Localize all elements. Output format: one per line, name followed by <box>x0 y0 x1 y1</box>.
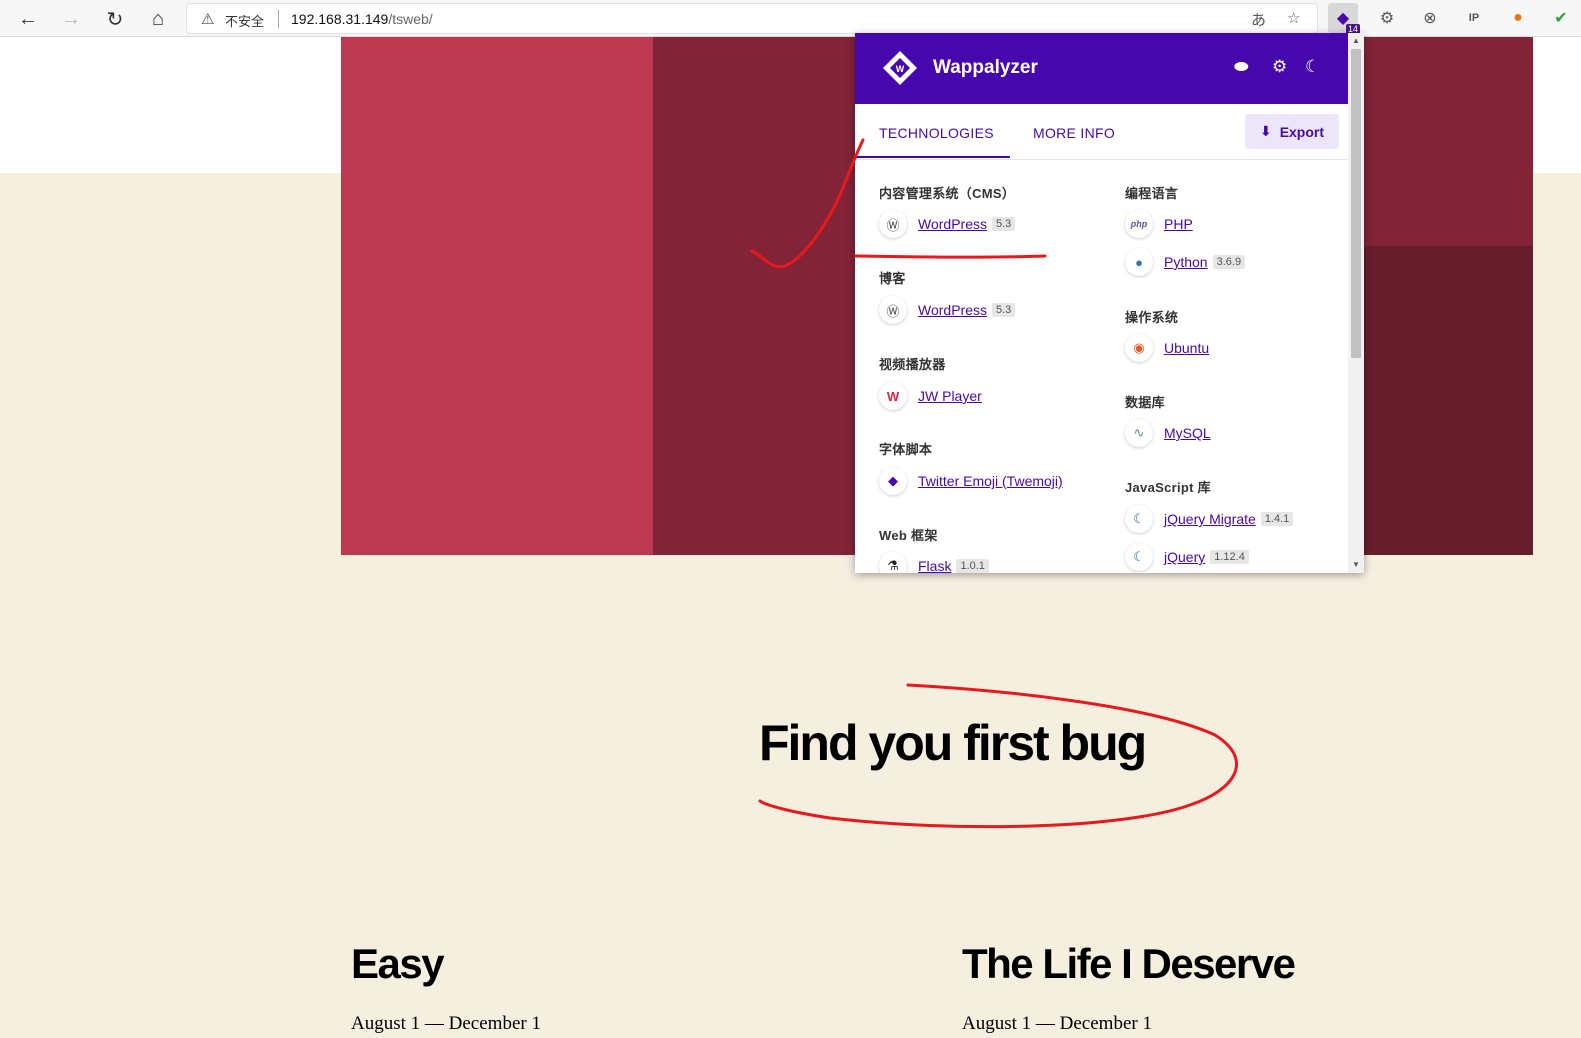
version-badge: 1.0.1 <box>956 559 989 573</box>
tech-item-jwplayer[interactable]: W JW Player <box>879 380 982 412</box>
tech-item-jquery[interactable]: ☾ jQuery 1.12.4 <box>1125 541 1249 573</box>
category-database: 数据库 <box>1125 395 1165 410</box>
ip-extension-icon[interactable]: IP <box>1462 6 1486 30</box>
tech-name[interactable]: Ubuntu <box>1164 340 1209 356</box>
browser-toolbar: ← → ↻ ⌂ ⚠ 不安全 192.168.31.149/tsweb/ あ ☆ … <box>0 0 1581 37</box>
category-font-script: 字体脚本 <box>879 442 933 457</box>
toggle-icon[interactable]: ⬬ <box>1234 57 1249 77</box>
category-programming-language: 编程语言 <box>1125 186 1179 201</box>
insecure-label[interactable]: 不安全 <box>225 11 264 30</box>
scrollbar-thumb[interactable] <box>1351 49 1361 358</box>
tech-name[interactable]: Python <box>1164 254 1208 270</box>
tab-more-info[interactable]: MORE INFO <box>1033 125 1115 141</box>
export-label: Export <box>1279 123 1325 140</box>
forward-arrow-icon[interactable]: → <box>56 4 86 34</box>
tech-name[interactable]: WordPress <box>918 302 987 318</box>
tech-item-jquery-migrate[interactable]: ☾ jQuery Migrate 1.4.1 <box>1125 503 1294 535</box>
tech-name[interactable]: Flask <box>918 558 951 573</box>
tech-item-wordpress[interactable]: Ⓦ WordPress 5.3 <box>879 294 1016 326</box>
wappalyzer-popup: W Wappalyzer ⬬ ⚙ ☾ TECHNOLOGIES MORE INF… <box>855 33 1364 573</box>
active-tab-indicator <box>855 156 1010 158</box>
reload-icon[interactable]: ↻ <box>100 4 130 34</box>
address-bar[interactable]: ⚠ 不安全 192.168.31.149/tsweb/ あ ☆ <box>186 3 1318 34</box>
wordpress-icon: Ⓦ <box>879 210 907 238</box>
jwplayer-icon: W <box>879 382 907 410</box>
url-path: /tsweb/ <box>388 11 433 27</box>
brand-name: Wappalyzer <box>933 57 1038 78</box>
wordpress-icon: Ⓦ <box>879 296 907 324</box>
svg-text:W: W <box>896 64 905 74</box>
scroll-down-arrow-icon[interactable]: ▼ <box>1352 560 1360 569</box>
category-cms: 内容管理系统（CMS） <box>879 186 1016 201</box>
category-operating-system: 操作系统 <box>1125 310 1179 325</box>
favorite-star-icon[interactable]: ☆ <box>1287 9 1300 27</box>
divider <box>278 10 279 28</box>
php-icon: php <box>1125 210 1153 238</box>
wappalyzer-logo-icon: W <box>883 51 917 85</box>
version-badge: 3.6.9 <box>1212 255 1246 269</box>
gear-extension-icon[interactable]: ⚙ <box>1375 6 1399 30</box>
warning-icon[interactable]: ⚠ <box>201 10 214 28</box>
category-video-player: 视频播放器 <box>879 357 946 372</box>
url-host: 192.168.31.149 <box>291 11 389 27</box>
category-web-framework: Web 框架 <box>879 528 938 543</box>
card-date-life: August 1 — December 1 <box>962 1013 1152 1034</box>
tech-item-flask[interactable]: ⚗ Flask 1.0.1 <box>879 550 989 573</box>
shield-extension-icon[interactable]: ✔ <box>1549 6 1573 30</box>
popup-scrollbar[interactable]: ▲ ▼ <box>1348 33 1364 573</box>
version-badge: 1.12.4 <box>1210 550 1249 564</box>
tech-item-ubuntu[interactable]: ◉ Ubuntu <box>1125 332 1209 364</box>
url-text[interactable]: 192.168.31.149/tsweb/ <box>291 11 433 27</box>
card-title-easy[interactable]: Easy <box>351 940 445 988</box>
card-date-easy: August 1 — December 1 <box>351 1013 541 1034</box>
mysql-icon: ∿ <box>1125 419 1153 447</box>
card-title-life[interactable]: The Life I Deserve <box>962 940 1296 988</box>
tech-name[interactable]: MySQL <box>1164 425 1211 441</box>
version-badge: 5.3 <box>991 303 1016 317</box>
ubuntu-icon: ◉ <box>1125 334 1153 362</box>
twemoji-icon: ◆ <box>879 467 907 495</box>
dark-mode-moon-icon[interactable]: ☾ <box>1305 57 1320 77</box>
tech-name[interactable]: jQuery Migrate <box>1164 511 1256 527</box>
settings-gear-icon[interactable]: ⚙ <box>1272 57 1287 77</box>
export-button[interactable]: ⬇ Export <box>1245 114 1339 149</box>
jquery-icon: ☾ <box>1125 543 1153 571</box>
category-javascript-library: JavaScript 库 <box>1125 480 1211 495</box>
hero-block-dark <box>1358 246 1533 555</box>
back-arrow-icon[interactable]: ← <box>13 4 43 34</box>
tech-name[interactable]: JW Player <box>918 388 982 404</box>
jquery-icon: ☾ <box>1125 505 1153 533</box>
popup-tabs: TECHNOLOGIES MORE INFO ⬇ Export <box>855 104 1348 160</box>
tech-name[interactable]: jQuery <box>1164 549 1205 565</box>
download-icon: ⬇ <box>1259 123 1272 139</box>
tech-name[interactable]: PHP <box>1164 216 1193 232</box>
orange-extension-icon[interactable]: ● <box>1506 6 1530 30</box>
tech-item-twemoji[interactable]: ◆ Twitter Emoji (Twemoji) <box>879 465 1063 497</box>
version-badge: 5.3 <box>991 217 1016 231</box>
wappalyzer-extension-icon[interactable]: ◆ 14 <box>1328 3 1360 35</box>
tech-name[interactable]: WordPress <box>918 216 987 232</box>
translate-icon[interactable]: あ <box>1251 9 1266 30</box>
category-blog: 博客 <box>879 271 906 286</box>
page-title: Find you first bug <box>759 715 1147 771</box>
home-icon[interactable]: ⌂ <box>143 4 173 34</box>
tech-name[interactable]: Twitter Emoji (Twemoji) <box>918 473 1063 489</box>
scroll-up-arrow-icon[interactable]: ▲ <box>1352 36 1360 45</box>
tech-item-mysql[interactable]: ∿ MySQL <box>1125 417 1211 449</box>
link-extension-icon[interactable]: ⊗ <box>1418 6 1442 30</box>
flask-icon: ⚗ <box>879 552 907 573</box>
version-badge: 1.4.1 <box>1260 512 1294 526</box>
tech-item-php[interactable]: php PHP <box>1125 208 1193 240</box>
tech-item-python[interactable]: ● Python 3.6.9 <box>1125 246 1246 278</box>
python-icon: ● <box>1125 248 1153 276</box>
popup-header: W Wappalyzer ⬬ ⚙ ☾ <box>855 33 1348 104</box>
tab-technologies[interactable]: TECHNOLOGIES <box>879 125 994 141</box>
tech-item-wordpress[interactable]: Ⓦ WordPress 5.3 <box>879 208 1016 240</box>
hero-block-left <box>341 37 653 555</box>
